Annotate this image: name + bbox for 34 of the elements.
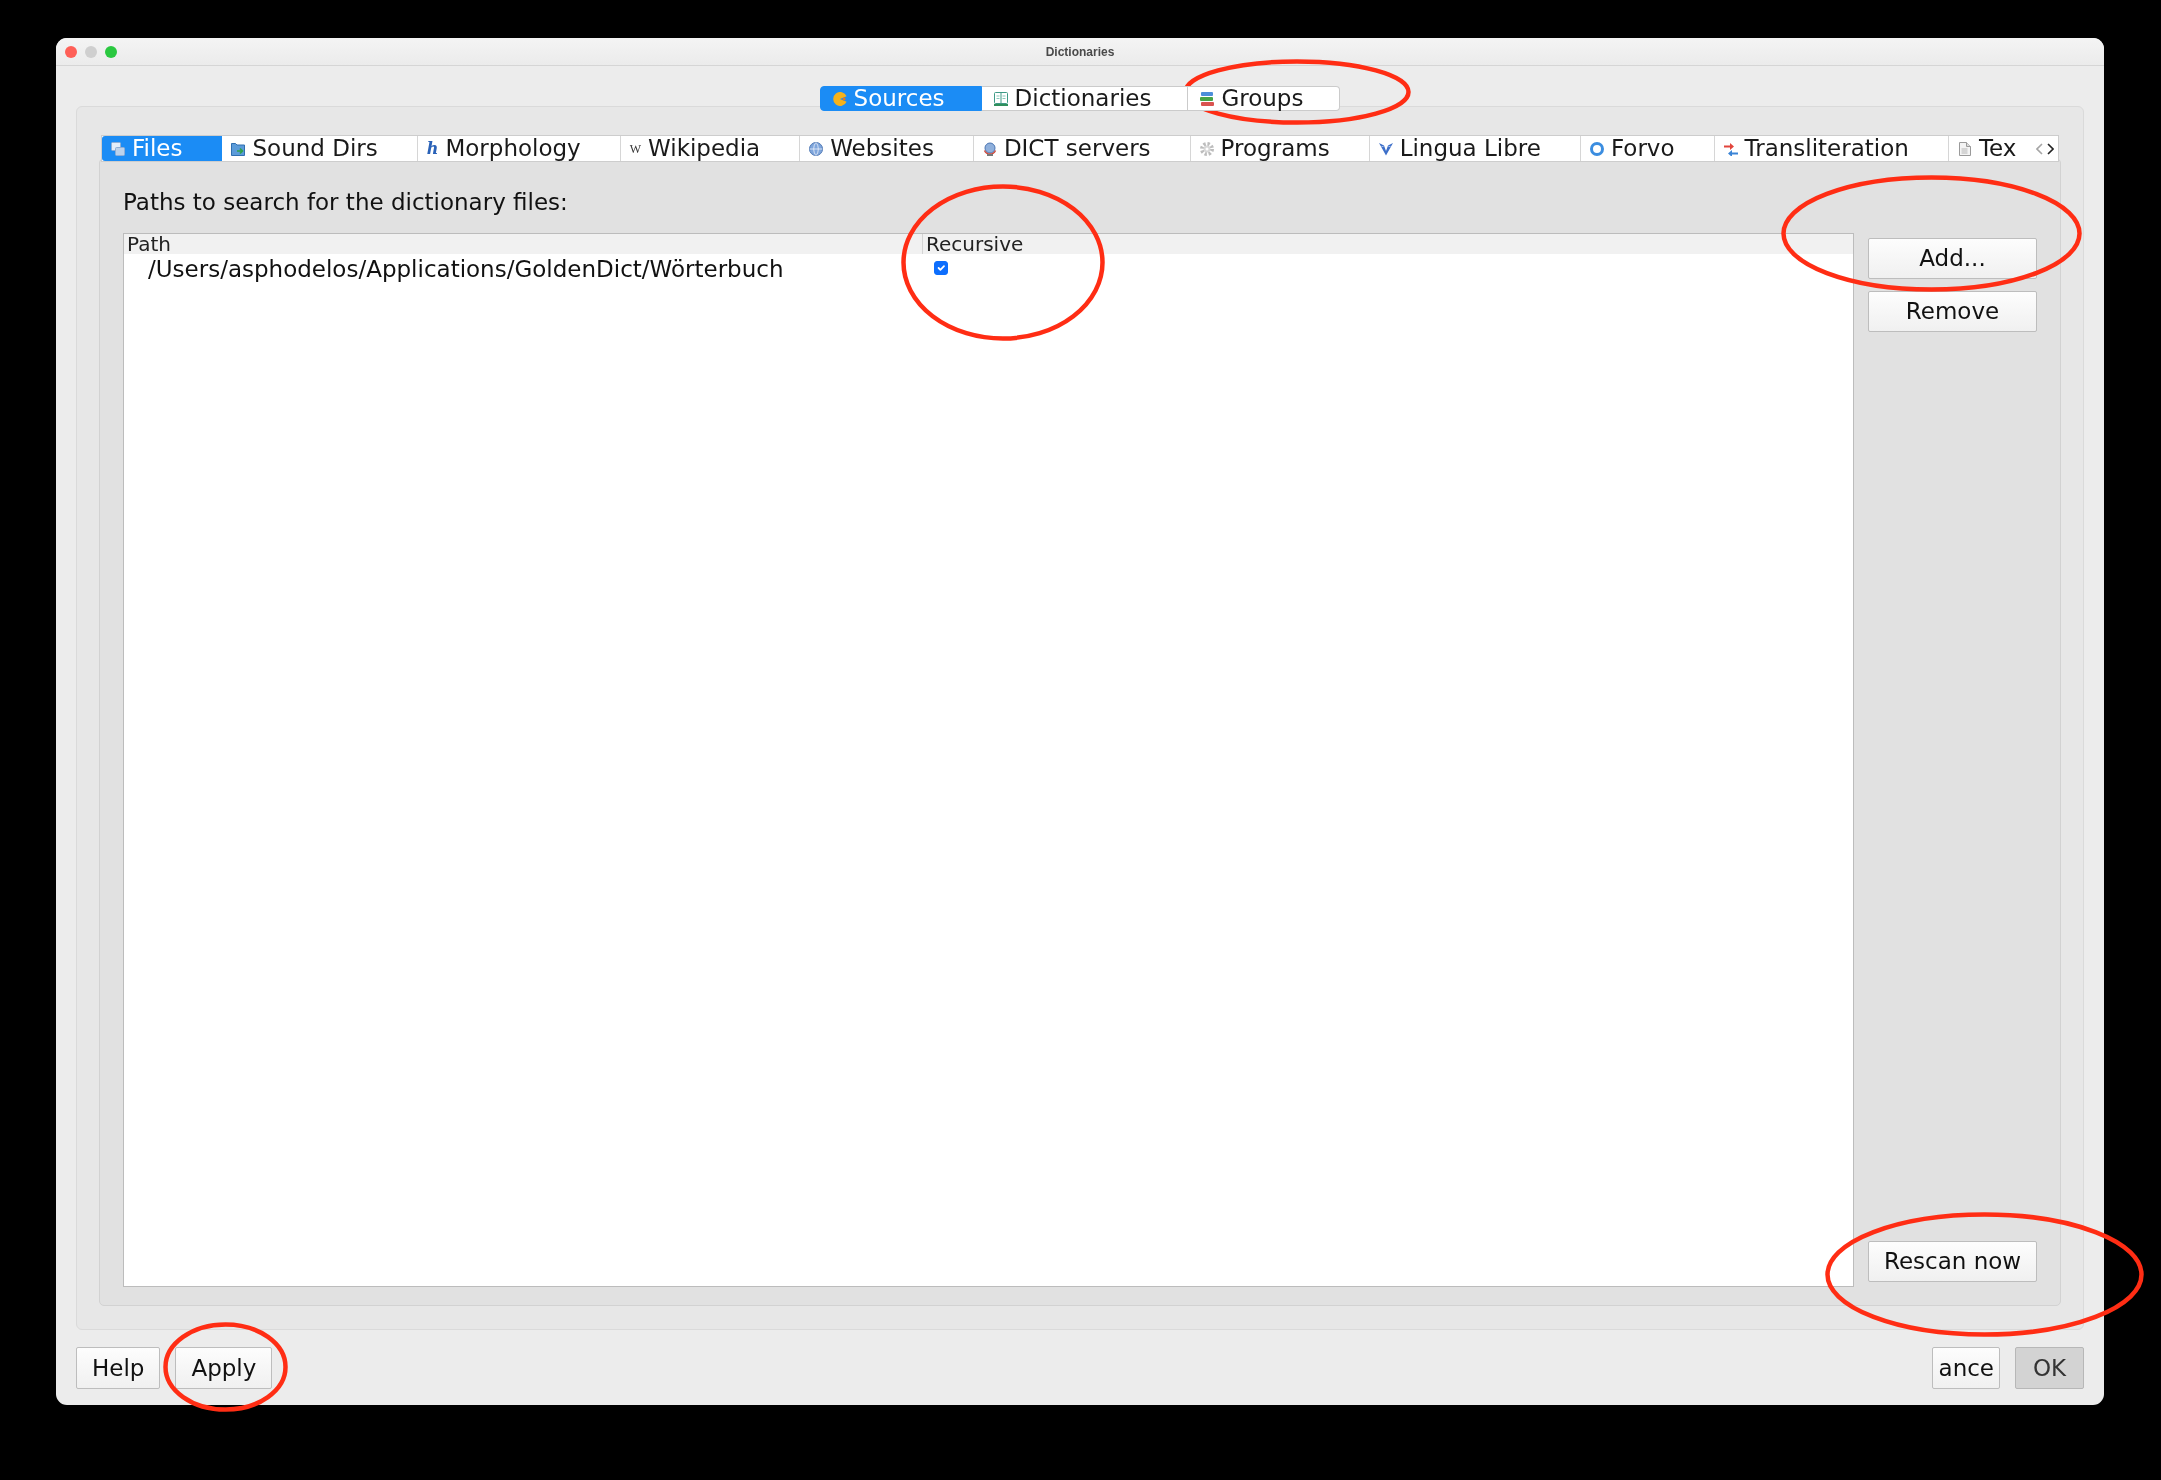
books-icon (1200, 91, 1215, 106)
button[interactable]: Rescan now (1868, 1241, 2037, 1282)
section-label: Paths to search for the dictionary files: (123, 188, 569, 217)
folder-icon (231, 141, 246, 156)
book-icon (993, 91, 1008, 106)
button[interactable]: Remove (1868, 291, 2037, 332)
wings-icon (1378, 141, 1393, 156)
button[interactable]: Apply (175, 1347, 273, 1389)
button[interactable]: Add... (1868, 238, 2037, 279)
arrows-icon (1723, 141, 1738, 156)
button[interactable]: Help (76, 1347, 161, 1389)
button[interactable]: OK (2015, 1347, 2084, 1389)
column-header: Recursive (922, 234, 1853, 254)
ring-icon (1589, 141, 1604, 156)
table-cell-text: /Users/asphodelos/Applications/GoldenDict/Wörterbuch (147, 255, 785, 284)
tab[interactable]: Dictionaries (981, 86, 1189, 111)
pie-icon (832, 91, 847, 106)
minimize-icon[interactable] (85, 45, 97, 58)
window-title: Dictionaries (1045, 43, 1115, 61)
document-icon (1957, 141, 1972, 156)
glyph-icon: W (629, 141, 642, 156)
gear-icon (1199, 141, 1214, 156)
button[interactable]: ance (1932, 1347, 2000, 1389)
globe-icon (809, 141, 824, 156)
zoom-icon[interactable] (105, 45, 117, 58)
chevron-left-icon (2036, 142, 2043, 155)
globe-icon (982, 141, 997, 156)
checkbox[interactable] (934, 260, 948, 275)
column-header: Path (126, 234, 172, 254)
glyph-icon: h (426, 139, 439, 158)
chevron-right-icon (2047, 142, 2054, 155)
tab[interactable]: Groups (1188, 86, 1341, 111)
folders-icon (111, 141, 125, 156)
close-icon[interactable] (65, 45, 77, 58)
